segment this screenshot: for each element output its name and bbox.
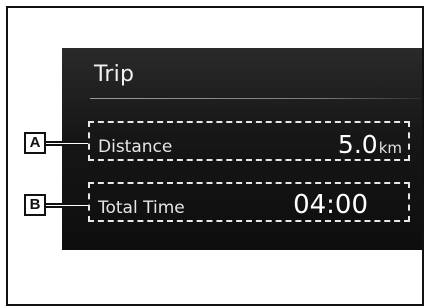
total-time-row: Total Time 04:00 bbox=[88, 182, 410, 222]
callout-a-leader-line bbox=[46, 141, 88, 146]
screen-title: Trip bbox=[94, 62, 135, 87]
distance-label: Distance bbox=[98, 137, 173, 157]
distance-unit: km bbox=[378, 139, 402, 157]
total-time-value: 04:00 bbox=[293, 190, 368, 220]
title-divider bbox=[90, 98, 420, 99]
distance-row: Distance 5.0km bbox=[88, 121, 410, 161]
callout-b: B bbox=[24, 194, 46, 216]
distance-value: 5.0 bbox=[337, 130, 378, 159]
trip-display-screen: Trip Distance 5.0km Total Time 04:00 bbox=[62, 48, 422, 250]
callout-b-leader-line bbox=[46, 203, 88, 208]
illustration-frame: Trip Distance 5.0km Total Time 04:00 A B bbox=[0, 0, 429, 306]
callout-a: A bbox=[24, 132, 46, 154]
distance-value-group: 5.0km bbox=[338, 130, 402, 159]
total-time-label: Total Time bbox=[98, 198, 185, 218]
